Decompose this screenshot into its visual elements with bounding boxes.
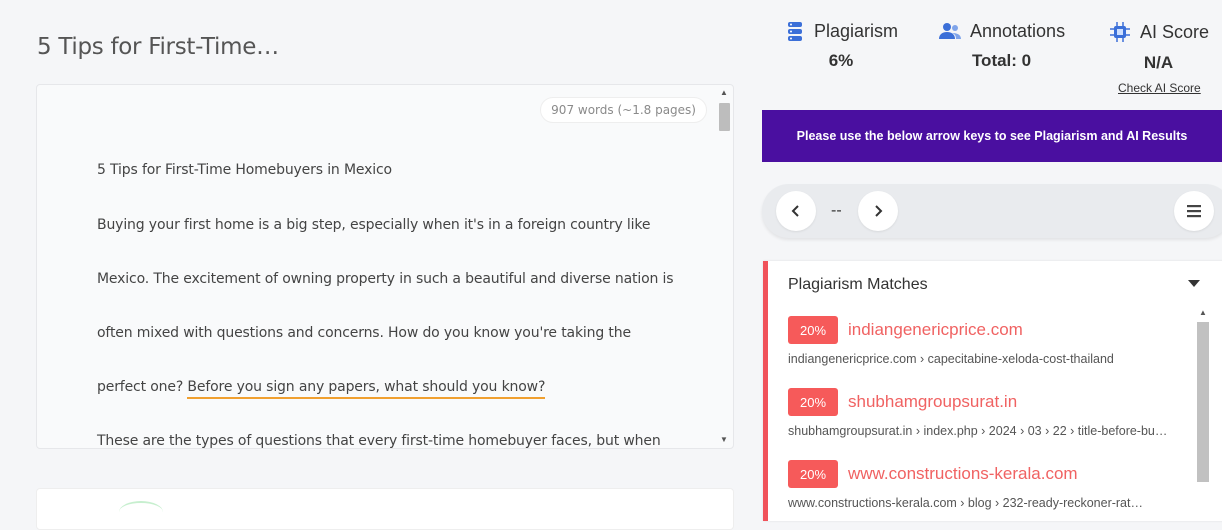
results-menu-button[interactable]	[1174, 191, 1214, 231]
editor-scrollbar[interactable]: ▲ ▼	[717, 89, 731, 444]
ai-score-label: AI Score	[1140, 21, 1210, 42]
document-title: 5 Tips for First-Time…	[37, 34, 279, 60]
match-path: shubhamgroupsurat.in › index.php › 2024 …	[788, 424, 1168, 438]
match-item[interactable]: 20% www.constructions-kerala.com www.con…	[788, 460, 1183, 510]
chevron-right-icon	[875, 205, 883, 217]
hamburger-menu-icon	[1187, 205, 1201, 218]
ai-score-stat: AI Score N/A	[1108, 20, 1209, 73]
matches-scrollbar[interactable]: ▲	[1196, 306, 1210, 521]
annotation-highlight[interactable]: Before you sign any papers, what should …	[187, 379, 545, 399]
results-navigation-bar: --	[762, 184, 1222, 238]
result-position: --	[831, 202, 842, 219]
plagiarism-value: 6%	[828, 51, 854, 70]
next-result-button[interactable]	[858, 191, 898, 231]
previous-result-button[interactable]	[776, 191, 816, 231]
text-line: These are the types of questions that ev…	[97, 433, 661, 449]
text-line: perfect one? Before you sign any papers,…	[97, 378, 677, 399]
editor-text[interactable]: 5 Tips for First-Time Homebuyers in Mexi…	[97, 161, 677, 449]
users-icon	[938, 20, 962, 42]
plagiarism-label: Plagiarism	[814, 20, 899, 41]
text-line-prefix: perfect one?	[97, 379, 188, 395]
match-item[interactable]: 20% indiangenericprice.com indiangeneric…	[788, 316, 1183, 366]
word-count-badge: 907 words (~1.8 pages)	[540, 97, 707, 123]
match-domain-link[interactable]: indiangenericprice.com	[848, 320, 1023, 340]
check-ai-score-link[interactable]: Check AI Score	[1118, 81, 1201, 95]
annotations-label: Annotations	[970, 20, 1066, 41]
match-percent-badge: 20%	[788, 388, 838, 416]
ai-chip-icon	[1108, 20, 1132, 44]
document-heading: 5 Tips for First-Time Homebuyers in Mexi…	[97, 162, 392, 178]
decorative-arc	[119, 501, 163, 523]
collapse-caret-icon[interactable]	[1188, 280, 1200, 287]
panel-title: Plagiarism Matches	[788, 276, 928, 293]
match-path: www.constructions-kerala.com › blog › 23…	[788, 496, 1143, 510]
text-line: often mixed with questions and concerns.…	[97, 325, 631, 341]
match-domain-link[interactable]: shubhamgroupsurat.in	[848, 392, 1017, 412]
instruction-banner: Please use the below arrow keys to see P…	[762, 110, 1222, 162]
match-percent-badge: 20%	[788, 316, 838, 344]
document-editor[interactable]: 907 words (~1.8 pages) ▲ ▼ 5 Tips for Fi…	[36, 84, 734, 449]
plagiarism-icon	[784, 20, 806, 42]
plagiarism-matches-panel: Plagiarism Matches ▲ 20% indiangenericpr…	[763, 261, 1222, 521]
plagiarism-stat: Plagiarism 6%	[784, 20, 898, 71]
scroll-down-arrow-icon[interactable]: ▼	[720, 436, 728, 444]
match-percent-badge: 20%	[788, 460, 838, 488]
ai-score-value: N/A	[1143, 53, 1174, 72]
text-line: Mexico. The excitement of owning propert…	[97, 271, 674, 287]
text-line: Buying your first home is a big step, es…	[97, 217, 651, 233]
editor-scroll-thumb[interactable]	[719, 103, 730, 131]
scroll-up-arrow-icon[interactable]: ▲	[720, 89, 728, 97]
scroll-up-arrow-icon[interactable]: ▲	[1199, 308, 1207, 317]
match-path: indiangenericprice.com › capecitabine-xe…	[788, 352, 1114, 366]
annotations-value: Total: 0	[971, 51, 1032, 70]
match-domain-link[interactable]: www.constructions-kerala.com	[848, 464, 1078, 484]
matches-scroll-thumb[interactable]	[1197, 322, 1209, 482]
secondary-card	[36, 488, 734, 530]
chevron-left-icon	[791, 205, 799, 217]
annotations-stat: Annotations Total: 0	[938, 20, 1065, 71]
match-item[interactable]: 20% shubhamgroupsurat.in shubhamgroupsur…	[788, 388, 1183, 438]
